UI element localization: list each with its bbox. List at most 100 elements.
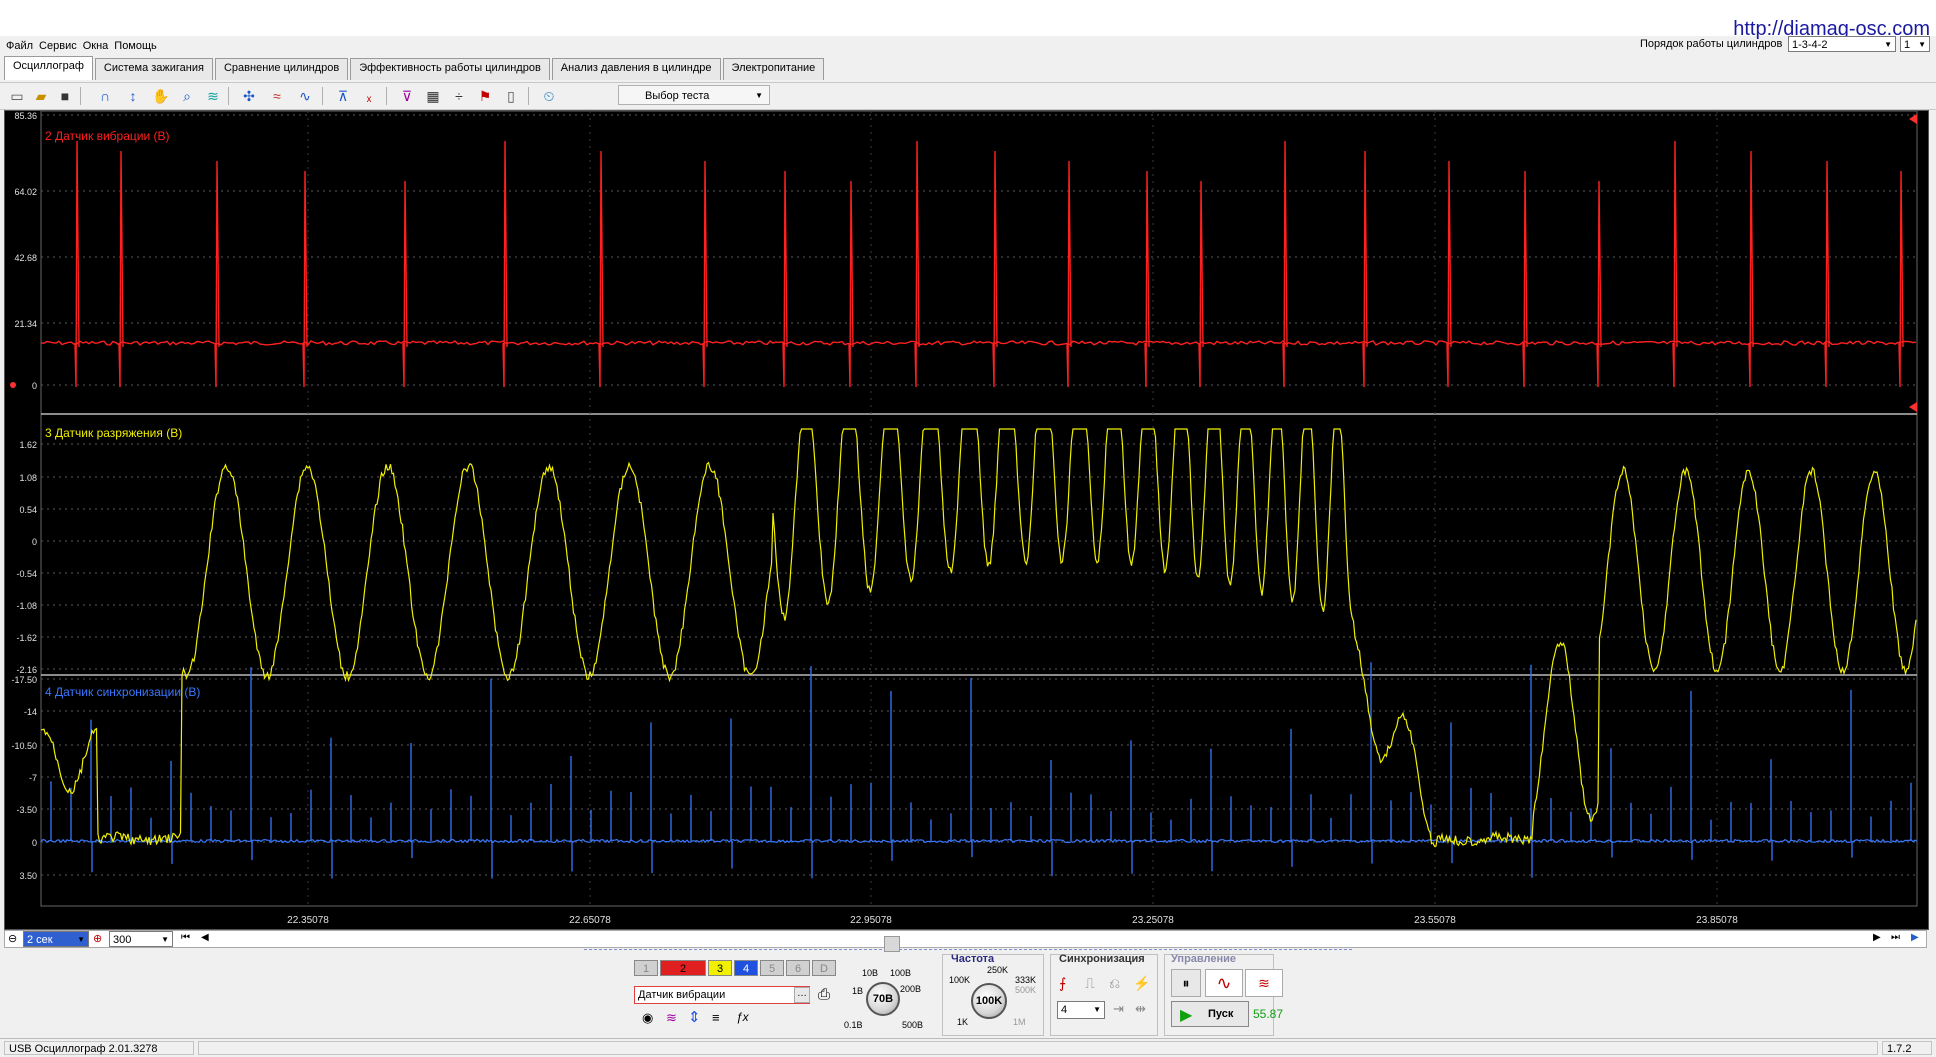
cylinder-order-select[interactable]: 1-3-4-2 ▼ [1788, 36, 1896, 52]
chevron-down-icon: ▼ [1884, 40, 1892, 49]
auto-range-icon[interactable]: ⊼ [334, 87, 352, 105]
auto-icon[interactable]: ⏲ [540, 87, 558, 105]
time-per-div-select[interactable]: 2 сек ▼ [23, 931, 89, 947]
y-tick-label: -2.16 [16, 665, 37, 675]
cylinder-secondary-select[interactable]: 1 ▼ [1900, 36, 1930, 52]
measure-icon[interactable]: ↕ [124, 87, 142, 105]
volts-knob[interactable]: 70В [866, 982, 900, 1016]
channel-4-button[interactable]: 4 [734, 960, 758, 976]
tab-cylinder-efficiency[interactable]: Эффективность работы цилиндров [350, 58, 550, 80]
oscilloscope-display[interactable]: 85.36 64.02 42.68 21.34 0 1.62 1.08 0.54 0 -0.54 -… [4, 110, 1929, 930]
probe-icon[interactable]: ◉ [642, 1010, 653, 1026]
freq-label-1k: 1K [957, 1017, 969, 1027]
continuous-mode-button[interactable]: ≋ [1245, 969, 1283, 997]
channel-1-button[interactable]: 1 [634, 960, 658, 976]
y-tick-label: 0.54 [19, 505, 37, 515]
lines-icon[interactable]: ≡ [712, 1010, 720, 1025]
wave-icon[interactable]: ≈ [268, 87, 286, 105]
hand-icon[interactable]: ✋ [152, 87, 170, 105]
sync-reset-icon[interactable]: ⇹ [1135, 1001, 1146, 1017]
freq-label-100k: 100K [949, 975, 971, 985]
channel-d-button[interactable]: D [812, 960, 836, 976]
single-mode-button[interactable]: ∿ [1205, 969, 1243, 997]
menu-bar: Файл Сервис Окна Помощь [6, 40, 157, 56]
split-icon[interactable]: ÷ [450, 87, 468, 105]
menu-help[interactable]: Помощь [114, 40, 157, 56]
scroll-first-icon[interactable]: ⏮ [181, 932, 190, 943]
flag-icon[interactable]: ⚑ [476, 87, 494, 105]
toolbar-separator [386, 87, 387, 105]
toolbar: ▭ ▰ ■ ∩ ↕ ✋ ⌕ ≋ ✣ ≈ ∿ ⊼ ₓ ⊽ ▦ ÷ ⚑ ▯ ⏲ [0, 82, 1936, 110]
filter-icon[interactable]: ≋ [204, 87, 222, 105]
open-folder-icon[interactable]: ▰ [32, 87, 50, 105]
y-tick-label: 0 [32, 537, 37, 547]
start-button[interactable]: ▶ Пуск [1171, 1001, 1249, 1027]
sync-level-icon[interactable]: ⎌ [1109, 975, 1120, 992]
channel-5-button[interactable]: 5 [760, 960, 784, 976]
channel-6-button[interactable]: 6 [786, 960, 810, 976]
zoom-in-icon[interactable]: ⊕ [93, 932, 102, 945]
menu-file[interactable]: Файл [6, 40, 33, 56]
channel-name-field[interactable]: Датчик вибрации [634, 986, 810, 1004]
play-icon[interactable]: ▶ [1911, 932, 1919, 943]
wave-alt-icon[interactable]: ∿ [296, 87, 314, 105]
grid-icon[interactable]: ▦ [424, 87, 442, 105]
sync-channel-select[interactable]: 4 ▼ [1057, 1001, 1105, 1019]
channel-2-spike [1066, 160, 1072, 388]
x-tick-label: 23.25078 [1132, 915, 1174, 926]
channel-2-spike [992, 150, 998, 388]
zoom-icon[interactable]: ⌕ [178, 87, 196, 105]
rising-edge-icon[interactable]: ⨍ [1059, 975, 1066, 992]
frequency-knob[interactable]: 100K [971, 983, 1007, 1019]
x-tick-label: 22.35078 [287, 915, 329, 926]
falling-edge-icon[interactable]: ⎍ [1085, 975, 1095, 992]
save-icon[interactable]: ■ [56, 87, 74, 105]
pause-button[interactable]: ⏸ [1171, 969, 1201, 997]
time-scroll-bar[interactable]: ⊖ 2 сек ▼ ⊕ 300 ▼ ⏮ ◀ ▶ ⏭ ▶ [4, 930, 1927, 948]
tab-cylinder-compare[interactable]: Сравнение цилиндров [214, 58, 349, 80]
channel-2-bottom-marker [1909, 402, 1917, 412]
document-icon[interactable]: ▯ [502, 87, 520, 105]
y-tick-label: -10.50 [11, 741, 37, 751]
y-tick-label: -7 [29, 773, 37, 783]
scroll-right-icon[interactable]: ▶ [1873, 932, 1881, 943]
toolbar-separator [528, 87, 529, 105]
tab-pressure-analysis[interactable]: Анализ давления в цилиндре [551, 58, 721, 80]
cursor-icon[interactable]: ∩ [96, 87, 114, 105]
function-icon[interactable]: ƒx [736, 1010, 749, 1024]
tab-power[interactable]: Электропитание [722, 58, 825, 80]
status-version: 1.7.2 [1882, 1041, 1932, 1055]
volts-label-1: 1В [852, 986, 864, 996]
toolbar-separator [228, 87, 229, 105]
toolbar-separator [322, 87, 323, 105]
y-tick-label: -17.50 [11, 675, 37, 685]
waveform-plot[interactable]: 85.36 64.02 42.68 21.34 0 1.62 1.08 0.54 0 -0.54 -… [5, 111, 1928, 929]
test-select[interactable]: Выбор теста ▼ [618, 85, 770, 105]
cross-icon[interactable]: ✣ [240, 87, 258, 105]
tab-ignition[interactable]: Система зажигания [94, 58, 213, 80]
channel-4-trace [40, 838, 1918, 844]
scroll-last-icon[interactable]: ⏭ [1891, 932, 1900, 943]
zero-icon[interactable]: ₓ [360, 87, 378, 105]
zoom-out-icon[interactable]: ⊖ [8, 932, 17, 945]
scroll-left-icon[interactable]: ◀ [201, 932, 209, 943]
channel-2-spike [702, 160, 708, 388]
sync-auto-icon[interactable]: ⚡ [1133, 975, 1150, 992]
invert-icon[interactable]: ≋ [666, 1010, 677, 1026]
offset-icon[interactable]: ⇕ [688, 1008, 701, 1026]
channel-2-button[interactable]: 2 [660, 960, 706, 976]
zoom-select[interactable]: 300 ▼ [109, 931, 173, 947]
menu-windows[interactable]: Окна [83, 40, 109, 56]
tab-oscilloscope[interactable]: Осциллограф [4, 56, 93, 80]
y-tick-label: 0 [32, 838, 37, 848]
new-file-icon[interactable]: ▭ [8, 87, 26, 105]
y-tick-label: -14 [24, 707, 37, 717]
channel-2-spike [1362, 150, 1368, 388]
channel-2-spike [1748, 150, 1754, 388]
printer-icon[interactable]: ⎙ [818, 986, 830, 1003]
channel-name-browse-button[interactable]: … [794, 987, 810, 1003]
sync-offset-icon[interactable]: ⇥ [1113, 1001, 1124, 1017]
menu-service[interactable]: Сервис [39, 40, 77, 56]
marker-icon[interactable]: ⊽ [398, 87, 416, 105]
channel-3-button[interactable]: 3 [708, 960, 732, 976]
